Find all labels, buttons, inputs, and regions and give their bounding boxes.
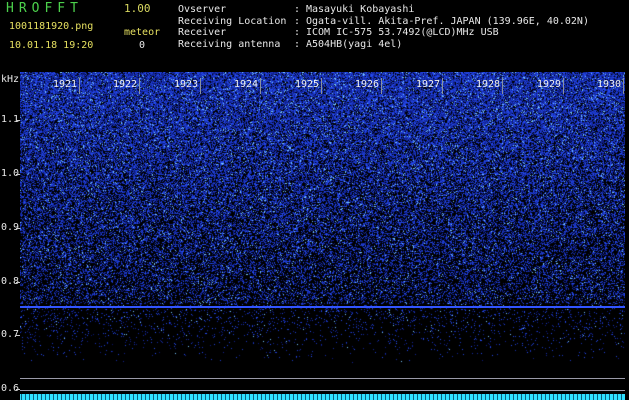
- x-tick-label: 1924: [234, 79, 259, 90]
- x-tick-mark: [502, 78, 503, 94]
- spectrogram-canvas: [20, 72, 625, 400]
- info-sep: :: [294, 4, 301, 15]
- datetime: 10.01.18 19:20: [9, 40, 94, 51]
- filename: 1001181920.png: [9, 21, 94, 32]
- spectrogram: 1921 1922 1923 1924 1925 1926 1927 1928 1929 1930: [20, 72, 625, 400]
- x-tick-mark: [442, 78, 443, 94]
- app-version: 1.00: [124, 2, 151, 15]
- info-value: A504HB(yagi 4el): [306, 38, 403, 50]
- x-tick-label: 1929: [537, 79, 562, 90]
- x-tick-label: 1921: [53, 79, 78, 90]
- x-tick-mark: [381, 78, 382, 94]
- reference-line: [20, 378, 625, 380]
- x-tick-label: 1923: [174, 79, 199, 90]
- x-tick-mark: [79, 78, 80, 94]
- x-tick-mark: [200, 78, 201, 94]
- info-value: Masayuki Kobayashi: [306, 4, 415, 15]
- info-row-antenna: Receiving antenna : A504HB(yagi 4el): [178, 39, 589, 51]
- x-tick-label: 1922: [113, 79, 138, 90]
- x-tick-mark: [321, 78, 322, 94]
- info-row-observer: Ovserver : Masayuki Kobayashi: [178, 4, 589, 16]
- signal-line: [20, 305, 625, 308]
- info-value: ICOM IC-575 53.7492(@LCD)MHz USB: [306, 27, 499, 38]
- meteor-count: 0: [139, 40, 146, 51]
- info-key: Ovserver: [178, 4, 227, 15]
- x-tick-mark: [260, 78, 261, 94]
- x-tick-label: 1925: [295, 79, 320, 90]
- info-key: Receiving Location: [178, 15, 287, 27]
- reference-line: [20, 390, 625, 392]
- info-key: Receiver: [178, 27, 227, 38]
- info-row-receiver: Receiver : ICOM IC-575 53.7492(@LCD)MHz …: [178, 27, 589, 39]
- y-axis-label: kHz: [1, 74, 20, 85]
- info-header: HROFFT 1.00 1001181920.png 10.01.18 19:2…: [0, 0, 629, 72]
- x-tick-mark: [139, 78, 140, 94]
- info-sep: :: [294, 38, 301, 50]
- baseline-noise: [20, 394, 625, 400]
- x-tick-label: 1927: [416, 79, 441, 90]
- y-axis: kHz 1.1 1.0 0.9 0.8 0.7 0.6: [0, 72, 20, 400]
- x-tick-label: 1928: [476, 79, 501, 90]
- station-info: Ovserver : Masayuki Kobayashi Receiving …: [178, 4, 589, 50]
- info-sep: :: [294, 15, 301, 27]
- info-sep: :: [294, 27, 301, 38]
- info-key: Receiving antenna: [178, 38, 281, 50]
- x-tick-mark: [623, 78, 624, 94]
- info-value: Ogata-vill. Akita-Pref. JAPAN (139.96E, …: [306, 15, 589, 27]
- x-tick-mark: [563, 78, 564, 94]
- x-tick-label: 1930: [597, 79, 622, 90]
- info-row-location: Receiving Location : Ogata-vill. Akita-P…: [178, 16, 589, 28]
- meteor-label: meteor: [124, 27, 161, 38]
- x-tick-label: 1926: [355, 79, 380, 90]
- app-title: HROFFT: [6, 1, 83, 16]
